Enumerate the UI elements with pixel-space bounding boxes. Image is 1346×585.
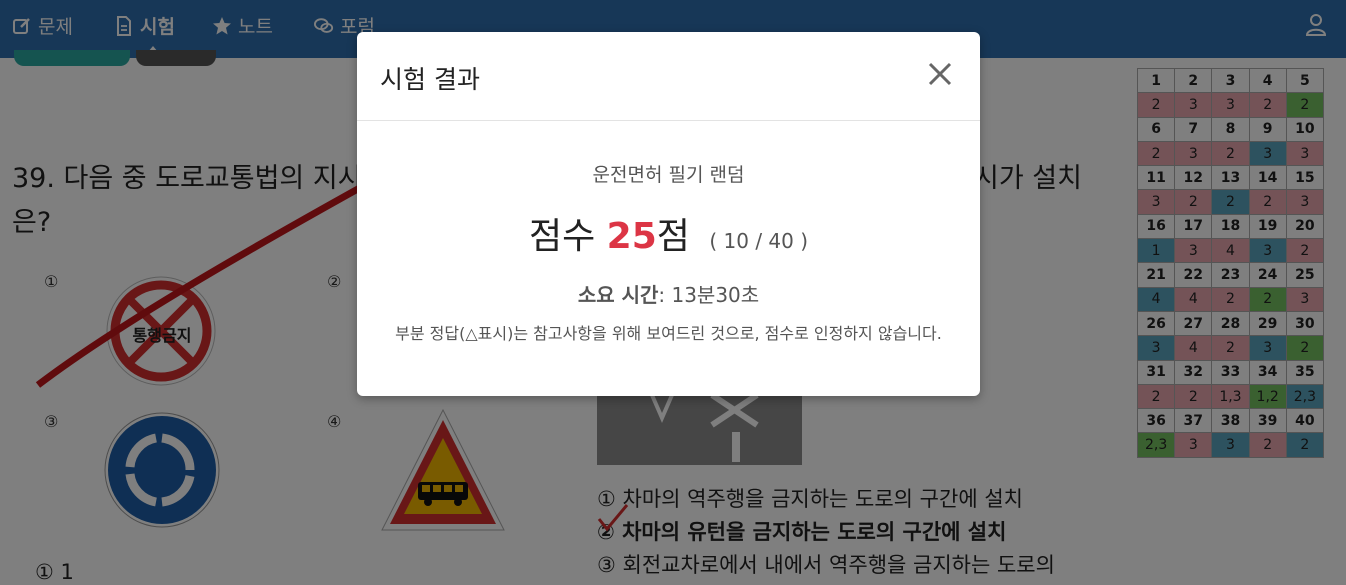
close-icon[interactable] — [922, 56, 958, 92]
modal-title: 시험 결과 — [380, 65, 480, 94]
score-suffix: 점 — [656, 216, 690, 257]
time-label: 소요 시간 — [577, 283, 659, 307]
score-prefix: 점수 — [528, 216, 596, 257]
exam-result-modal: 시험 결과 운전면허 필기 랜덤 점수 25점 ( 10 / 40 ) 소요 시… — [357, 32, 980, 396]
modal-header: 시험 결과 — [357, 32, 980, 121]
exam-subject: 운전면허 필기 랜덤 — [592, 164, 745, 186]
score-line: 점수 25점 ( 10 / 40 ) — [357, 207, 980, 259]
partial-credit-notice: 부분 정답(△표시)는 참고사항을 위해 보여드린 것으로, 점수로 인정하지 … — [395, 324, 942, 343]
score-value: 25 — [606, 216, 657, 257]
time-value: : 13분30초 — [658, 283, 760, 307]
score-detail: ( 10 / 40 ) — [709, 229, 809, 253]
elapsed-time: 소요 시간: 13분30초 — [357, 279, 980, 308]
